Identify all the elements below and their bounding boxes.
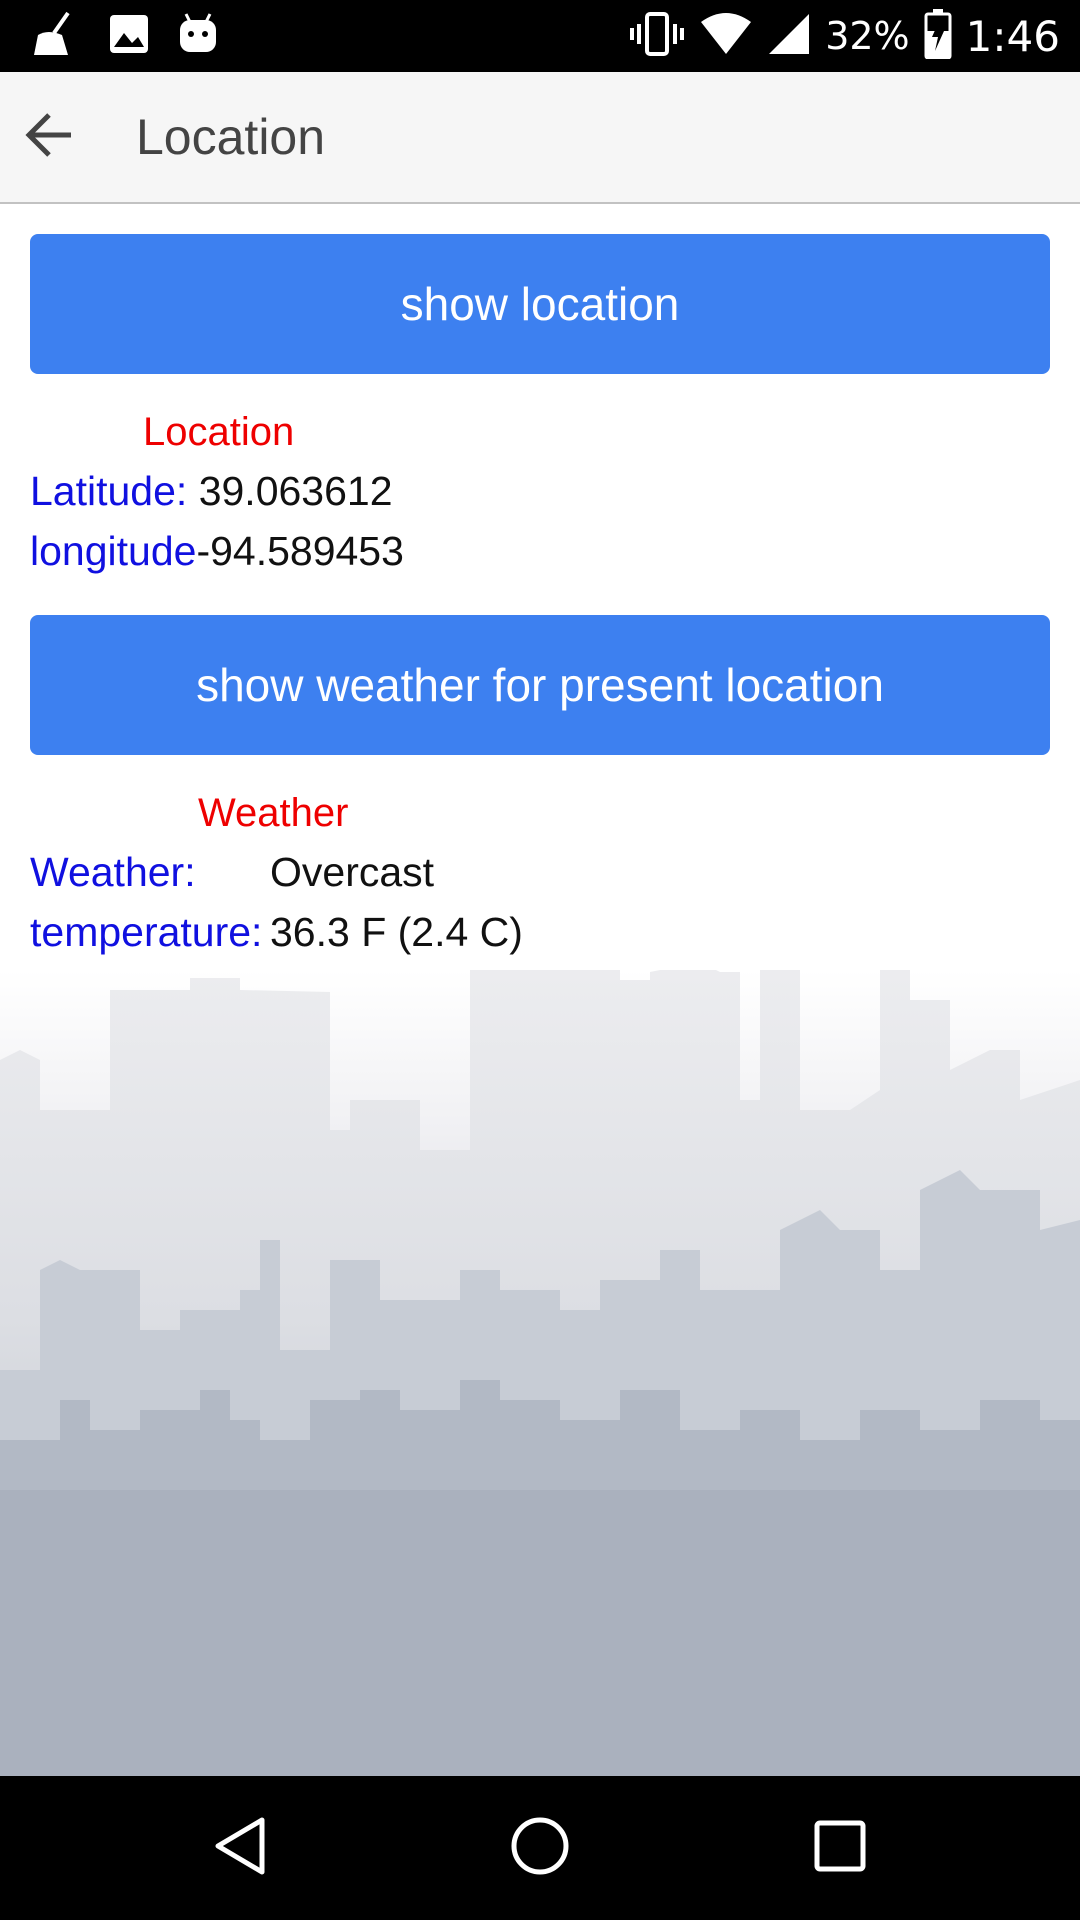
vibrate-icon bbox=[629, 12, 685, 60]
temperature-label: temperature: bbox=[30, 909, 263, 955]
app-bar: Location bbox=[0, 72, 1080, 204]
weather-row: Weather: Overcast bbox=[30, 849, 434, 896]
home-circle-icon bbox=[510, 1816, 570, 1880]
nav-back-button[interactable] bbox=[200, 1808, 280, 1888]
image-icon bbox=[108, 13, 150, 59]
status-left-icons bbox=[28, 10, 218, 62]
location-heading: Location bbox=[143, 410, 295, 454]
latitude-row: Latitude: 39.063612 bbox=[30, 468, 393, 515]
broom-icon bbox=[28, 11, 80, 61]
nav-recents-button[interactable] bbox=[800, 1808, 880, 1888]
clock: 1:46 bbox=[965, 11, 1060, 61]
battery-charging-icon bbox=[924, 9, 952, 63]
recents-square-icon bbox=[812, 1818, 868, 1878]
cell-signal-icon bbox=[767, 12, 811, 60]
nav-home-button[interactable] bbox=[500, 1808, 580, 1888]
weather-label: Weather: bbox=[30, 849, 196, 895]
longitude-row: longitude-94.589453 bbox=[30, 528, 404, 575]
navigation-bar bbox=[0, 1776, 1080, 1920]
city-skyline-background bbox=[0, 970, 1080, 1776]
back-triangle-icon bbox=[212, 1816, 268, 1880]
page-title: Location bbox=[136, 109, 326, 165]
show-location-button[interactable]: show location bbox=[30, 234, 1050, 374]
latitude-label: Latitude: bbox=[30, 468, 188, 514]
android-icon bbox=[178, 12, 218, 60]
latitude-value: 39.063612 bbox=[198, 468, 393, 514]
status-right: 32% 1:46 bbox=[629, 0, 1060, 72]
weather-heading: Weather bbox=[198, 791, 349, 835]
weather-value: Overcast bbox=[270, 849, 435, 895]
status-bar: 32% 1:46 bbox=[0, 0, 1080, 72]
battery-percent: 32% bbox=[825, 14, 910, 58]
longitude-value: -94.589453 bbox=[196, 528, 404, 574]
temperature-value: 36.3 F (2.4 C) bbox=[270, 909, 523, 955]
wifi-icon bbox=[699, 12, 753, 60]
longitude-label: longitude bbox=[30, 528, 197, 574]
back-button[interactable] bbox=[14, 102, 84, 172]
show-weather-button[interactable]: show weather for present location bbox=[30, 615, 1050, 755]
arrow-back-icon bbox=[23, 109, 75, 165]
temperature-row: temperature: 36.3 F (2.4 C) bbox=[30, 909, 523, 956]
